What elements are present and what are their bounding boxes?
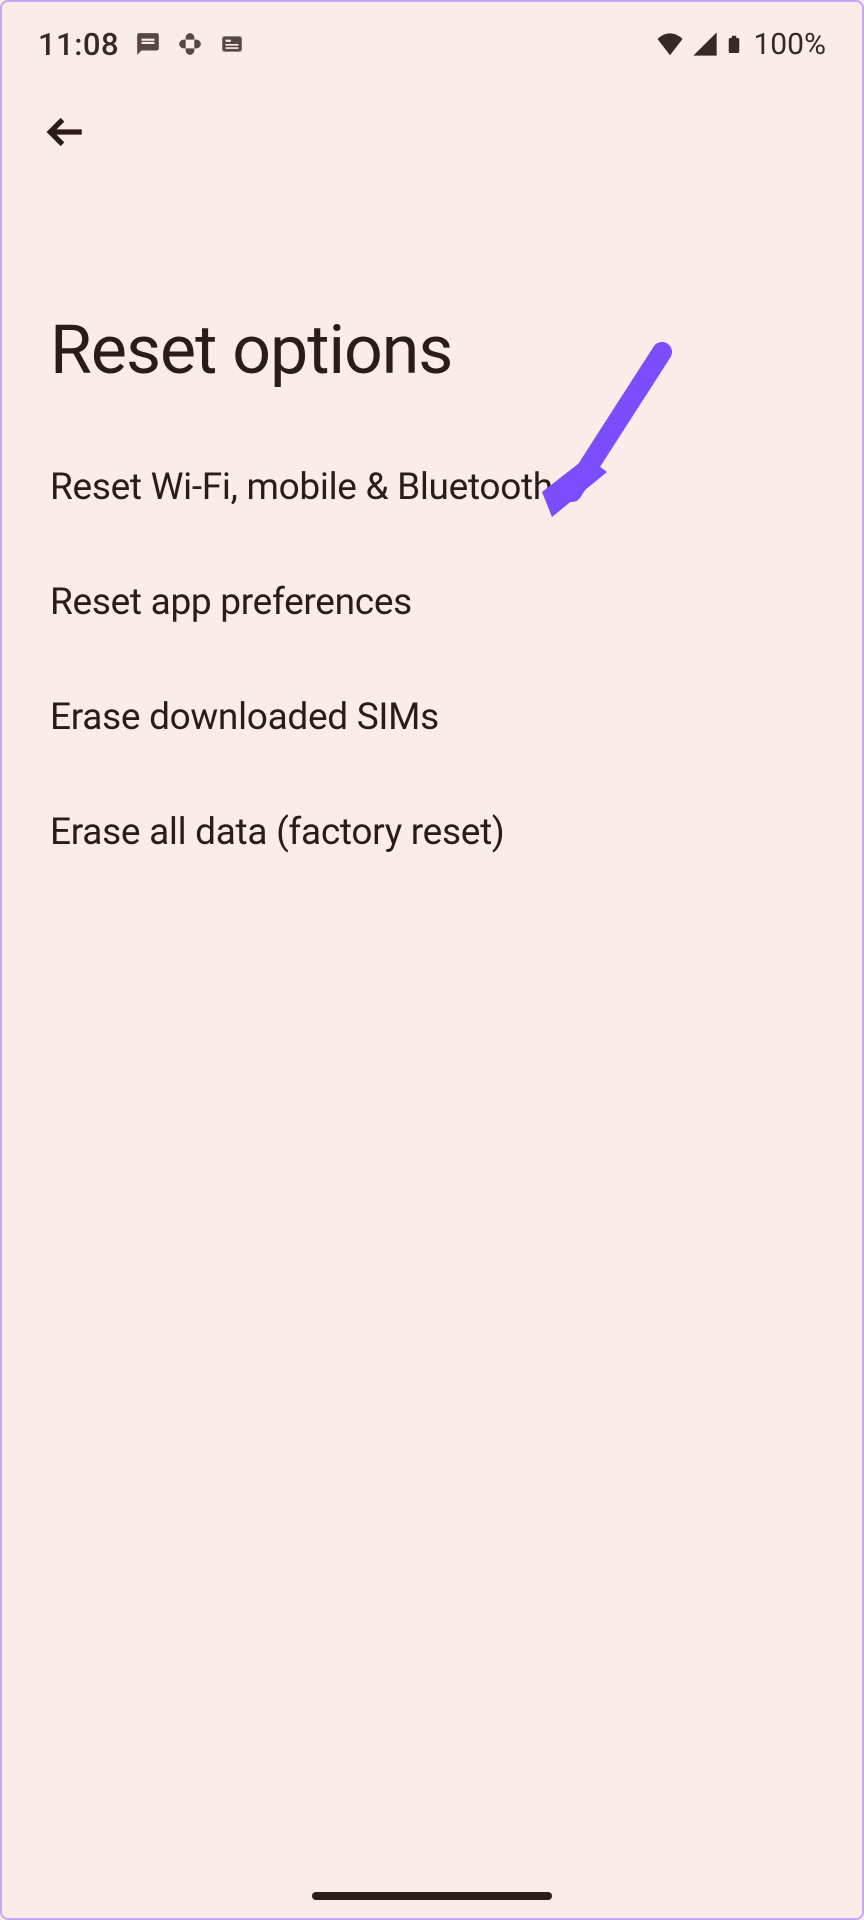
battery-icon [725,29,743,59]
option-reset-wifi-mobile-bluetooth[interactable]: Reset Wi-Fi, mobile & Bluetooth [50,430,814,545]
status-bar-right: 100% [655,27,826,62]
status-time: 11:08 [38,26,119,63]
option-reset-app-preferences[interactable]: Reset app preferences [50,545,814,660]
page-title: Reset options [2,160,862,430]
back-arrow-icon [45,111,87,153]
status-bar: 11:08 100% [2,2,862,74]
status-bar-left: 11:08 [38,26,245,63]
app-header [2,74,862,160]
option-erase-all-data-factory-reset[interactable]: Erase all data (factory reset) [50,775,814,890]
cellular-signal-icon [691,30,719,58]
back-button[interactable] [38,104,94,160]
news-icon [219,31,245,57]
photos-pinwheel-icon [177,31,203,57]
wifi-icon [655,29,685,59]
navigation-handle[interactable] [312,1892,552,1900]
option-erase-downloaded-sims[interactable]: Erase downloaded SIMs [50,660,814,775]
message-icon [135,31,161,57]
battery-percent: 100% [753,27,826,62]
options-list: Reset Wi-Fi, mobile & Bluetooth Reset ap… [2,430,862,890]
